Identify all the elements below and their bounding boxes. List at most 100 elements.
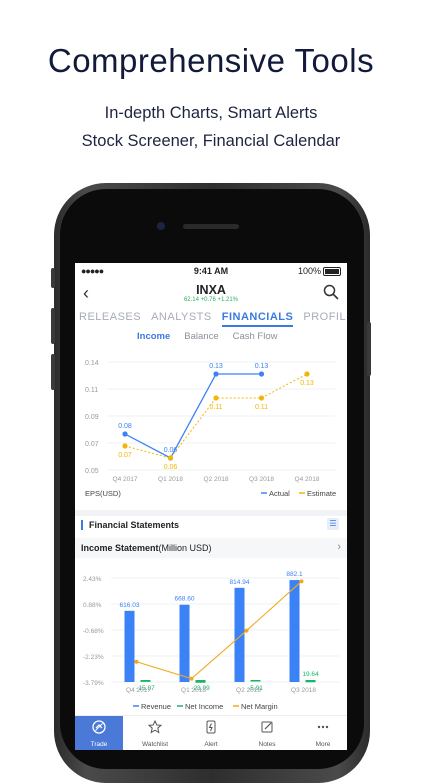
net-income-bar — [140, 680, 151, 682]
nav-notes[interactable]: Notes — [243, 716, 291, 750]
revenue-data-label: 616.03 — [120, 602, 140, 609]
net-margin-point — [299, 579, 304, 584]
revenue-data-label: 882.1 — [286, 571, 303, 578]
rev-ytick-label: 2.43% — [83, 576, 102, 583]
volume-up-button — [51, 308, 55, 344]
phone-screen: ●●●●● 9:41 AM 100% ‹ INXA 62.14 +0.76 +1… — [75, 263, 347, 750]
search-icon[interactable] — [323, 284, 339, 300]
front-camera — [157, 222, 165, 230]
income-statement-title: Income Statement — [81, 543, 159, 553]
star-icon — [148, 720, 162, 734]
subtab-income[interactable]: Income — [137, 331, 170, 342]
eps-ytick-label: 0.07 — [85, 441, 99, 448]
nav-more-label: More — [315, 741, 331, 748]
volume-down-button — [51, 354, 55, 390]
eps-xtick-label: Q2 2018 — [204, 476, 229, 483]
eps-xtick-label: Q3 2018 — [249, 476, 274, 483]
eps-ytick-label: 0.09 — [85, 414, 99, 421]
revenue-data-label: 814.94 — [230, 579, 250, 586]
eps-data-point — [167, 455, 174, 461]
eps-xtick-label: Q4 2018 — [295, 476, 320, 483]
legend-estimate-label: Estimate — [307, 489, 336, 498]
nav-watchlist-label: Watchlist — [141, 741, 169, 748]
tab-releases[interactable]: RELEASES — [79, 311, 141, 327]
list-icon[interactable]: ☰ — [327, 518, 339, 530]
legend-revenue-label: Revenue — [141, 702, 171, 711]
earpiece-speaker — [183, 224, 239, 229]
nav-alert[interactable]: Alert — [187, 716, 235, 750]
eps-ytick-label: 0.14 — [85, 360, 99, 367]
section-tabs: RELEASES ANALYSTS FINANCIALS PROFILE — [79, 311, 347, 327]
alert-icon — [206, 720, 216, 734]
eps-data-point — [122, 431, 128, 437]
revenue-bar — [234, 587, 245, 682]
eps-xtick-label: Q4 2017 — [113, 476, 138, 483]
eps-data-label: 0.06 — [164, 464, 178, 471]
eps-chart: 0.14 0.11 0.09 0.07 0.05 Q4 2017 Q1 2018 Q2 201… — [85, 360, 336, 498]
nav-watchlist[interactable]: Watchlist — [131, 716, 179, 750]
net-margin-point — [244, 628, 249, 633]
status-bar: ●●●●● 9:41 AM 100% — [75, 263, 347, 279]
rev-xtick-label: Q4 2017 — [126, 687, 151, 694]
rev-ytick-label: -0.68% — [83, 628, 104, 635]
net-income-bar — [250, 680, 261, 682]
eps-ylabel: EPS(USD) — [85, 489, 121, 498]
rev-ytick-label: 0.88% — [83, 602, 102, 609]
eps-data-point — [122, 443, 128, 449]
trade-icon — [92, 720, 106, 734]
revenue-bar — [289, 580, 300, 682]
income-statement-row[interactable]: Income Statement(Million USD) › — [75, 538, 347, 558]
nav-alert-label: Alert — [204, 741, 218, 748]
rev-xtick-label: Q3 2018 — [291, 687, 316, 694]
net-income-bar — [195, 680, 206, 683]
nav-more[interactable]: More — [299, 716, 347, 750]
ticker-quote: 62.14 +0.76 +1.21% — [183, 297, 239, 303]
more-icon — [317, 725, 329, 729]
eps-data-label: 0.07 — [118, 452, 132, 459]
tab-profile[interactable]: PROFILE — [303, 311, 347, 327]
eps-data-label: 0.13 — [255, 363, 269, 370]
eps-data-label: 0.11 — [255, 404, 268, 411]
eps-data-label: 0.13 — [300, 380, 314, 387]
net-income-bar — [305, 680, 316, 683]
headline-line2: Stock Screener, Financial Calendar — [81, 132, 341, 150]
eps-ytick-label: 0.05 — [85, 468, 99, 475]
net-margin-point — [189, 676, 194, 681]
nav-trade[interactable]: Trade — [75, 716, 123, 750]
financial-statements-title: Financial Statements — [81, 520, 179, 530]
eps-data-label: 0.08 — [118, 423, 132, 430]
eps-xtick-label: Q1 2018 — [158, 476, 183, 483]
revenue-data-label: 668.60 — [175, 596, 195, 603]
eps-data-label: 0.06 — [164, 447, 178, 454]
eps-data-point — [213, 371, 219, 377]
battery-icon — [323, 266, 341, 276]
rev-ytick-label: -2.23% — [83, 654, 104, 661]
nav-bar: ‹ INXA 62.14 +0.76 +1.21% — [75, 281, 347, 309]
eps-data-label: 0.13 — [209, 363, 223, 370]
eps-data-point — [258, 371, 265, 377]
eps-ytick-label: 0.11 — [85, 387, 98, 394]
nav-trade-label: Trade — [90, 741, 108, 748]
net-margin-point — [134, 659, 139, 664]
income-statement-unit: (Million USD) — [158, 543, 212, 553]
battery-percent: 100% — [297, 266, 321, 276]
revenue-bar — [179, 604, 190, 682]
net-income-data-label: 19.64 — [302, 671, 319, 678]
eps-data-point — [258, 395, 265, 401]
subtab-balance[interactable]: Balance — [184, 331, 218, 342]
legend-net-income-label: Net Income — [185, 702, 223, 711]
tab-analysts[interactable]: ANALYSTS — [151, 311, 212, 327]
rev-xtick-label: Q2 2018 — [236, 687, 261, 694]
subtab-cash-flow[interactable]: Cash Flow — [233, 331, 278, 342]
mute-switch — [51, 268, 55, 288]
income-statement-label: Income Statement(Million USD) — [81, 543, 212, 553]
battery-indicator: 100% — [298, 266, 341, 276]
section-divider — [75, 510, 347, 516]
legend-net-margin-label: Net Margin — [241, 702, 278, 711]
chevron-right-icon: › — [337, 541, 341, 553]
rev-ytick-label: -3.79% — [83, 680, 104, 687]
eps-data-point — [213, 395, 219, 401]
revenue-chart: 2.43% 0.88% -0.68% -2.23% -3.79% 616.03 668.60… — [83, 571, 339, 711]
rev-xtick-label: Q1 2018 — [181, 687, 206, 694]
tab-financials[interactable]: FINANCIALS — [221, 311, 294, 327]
